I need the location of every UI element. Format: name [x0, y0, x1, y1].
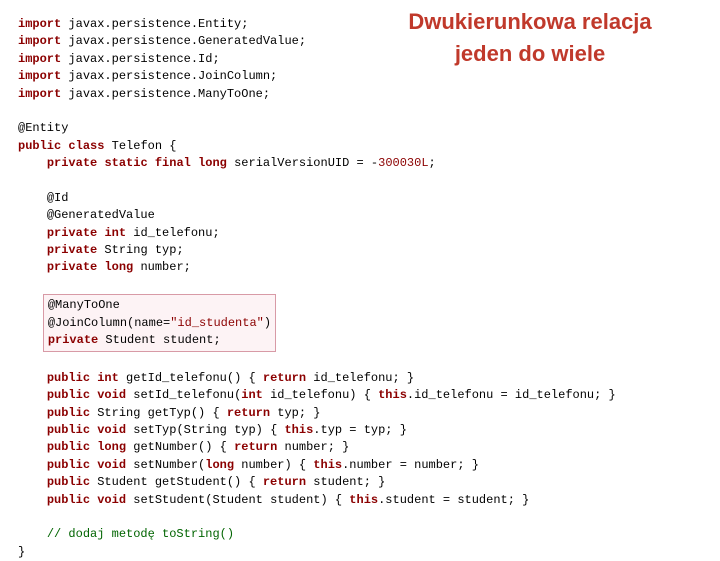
comment-tostring: // dodaj metodę toString()	[47, 527, 234, 541]
kw-long: long	[97, 440, 126, 454]
kw-this: this	[313, 458, 342, 472]
highlighted-relation-box: @ManyToOne @JoinColumn(name="id_studenta…	[43, 294, 276, 352]
kw-void: void	[97, 423, 126, 437]
field-number: number;	[133, 260, 191, 274]
annotation-joincolumn-str: "id_studenta"	[170, 316, 264, 330]
setid-arg: id_telefonu) {	[263, 388, 378, 402]
code-block: import javax.persistence.Entity; import …	[0, 0, 720, 561]
getstu-pre: Student getStudent() {	[90, 475, 263, 489]
kw-final: final	[155, 156, 191, 170]
kw-public: public	[47, 423, 90, 437]
setnum-arg: number) {	[234, 458, 313, 472]
gettyp-post: typ; }	[270, 406, 320, 420]
annotation-joincolumn-post: )	[264, 316, 271, 330]
title-line-1: Dwukierunkowa relacja	[408, 9, 651, 34]
kw-private: private	[47, 260, 97, 274]
kw-int: int	[241, 388, 263, 402]
field-typ: String typ;	[97, 243, 183, 257]
slide-title: Dwukierunkowa relacja jeden do wiele	[380, 6, 680, 70]
kw-public: public	[47, 458, 90, 472]
kw-return: return	[263, 371, 306, 385]
setid-post: .id_telefonu = id_telefonu; }	[407, 388, 616, 402]
import-1: javax.persistence.GeneratedValue;	[61, 34, 306, 48]
kw-void: void	[97, 493, 126, 507]
kw-this: this	[378, 388, 407, 402]
import-2: javax.persistence.Id;	[61, 52, 219, 66]
kw-return: return	[263, 475, 306, 489]
setid-pre: setId_telefonu(	[126, 388, 241, 402]
kw-import: import	[18, 69, 61, 83]
kw-public: public	[47, 475, 90, 489]
kw-void: void	[97, 388, 126, 402]
settyp-post: .typ = typ; }	[313, 423, 407, 437]
suid-pre: serialVersionUID = -	[227, 156, 378, 170]
class-sig: Telefon {	[104, 139, 176, 153]
getnum-post: number; }	[277, 440, 349, 454]
field-id-telefonu: id_telefonu;	[126, 226, 220, 240]
close-brace: }	[18, 545, 25, 559]
getnum-pre: getNumber() {	[126, 440, 234, 454]
suid-post: ;	[429, 156, 436, 170]
kw-int: int	[97, 371, 119, 385]
kw-return: return	[234, 440, 277, 454]
kw-private: private	[47, 156, 97, 170]
kw-import: import	[18, 52, 61, 66]
getstu-post: student; }	[306, 475, 385, 489]
kw-int: int	[104, 226, 126, 240]
field-student: Student student;	[98, 333, 220, 347]
settyp-pre: setTyp(String typ) {	[126, 423, 284, 437]
annotation-entity: @Entity	[18, 121, 68, 135]
annotation-joincolumn-pre: @JoinColumn(name=	[48, 316, 170, 330]
kw-this: this	[349, 493, 378, 507]
kw-class: class	[68, 139, 104, 153]
setstu-pre: setStudent(Student student) {	[126, 493, 349, 507]
kw-return: return	[227, 406, 270, 420]
setnum-post: .number = number; }	[342, 458, 479, 472]
import-4: javax.persistence.ManyToOne;	[61, 87, 270, 101]
kw-public: public	[47, 493, 90, 507]
annotation-generated: @GeneratedValue	[47, 208, 155, 222]
getid-post: id_telefonu; }	[306, 371, 414, 385]
kw-public: public	[47, 406, 90, 420]
kw-public: public	[47, 388, 90, 402]
kw-static: static	[104, 156, 147, 170]
setnum-pre: setNumber(	[126, 458, 205, 472]
suid-num: 300030L	[378, 156, 428, 170]
kw-private: private	[47, 226, 97, 240]
title-line-2: jeden do wiele	[455, 41, 605, 66]
kw-import: import	[18, 87, 61, 101]
import-0: javax.persistence.Entity;	[61, 17, 248, 31]
kw-long: long	[104, 260, 133, 274]
annotation-id: @Id	[47, 191, 69, 205]
kw-private: private	[48, 333, 98, 347]
setstu-post: .student = student; }	[378, 493, 529, 507]
kw-import: import	[18, 34, 61, 48]
annotation-manytoone: @ManyToOne	[48, 298, 120, 312]
kw-long: long	[198, 156, 227, 170]
gettyp-pre: String getTyp() {	[90, 406, 227, 420]
import-3: javax.persistence.JoinColumn;	[61, 69, 277, 83]
kw-public: public	[18, 139, 61, 153]
getid-pre: getId_telefonu() {	[119, 371, 263, 385]
kw-private: private	[47, 243, 97, 257]
kw-void: void	[97, 458, 126, 472]
kw-long: long	[205, 458, 234, 472]
kw-this: this	[284, 423, 313, 437]
kw-public: public	[47, 440, 90, 454]
kw-import: import	[18, 17, 61, 31]
kw-public: public	[47, 371, 90, 385]
